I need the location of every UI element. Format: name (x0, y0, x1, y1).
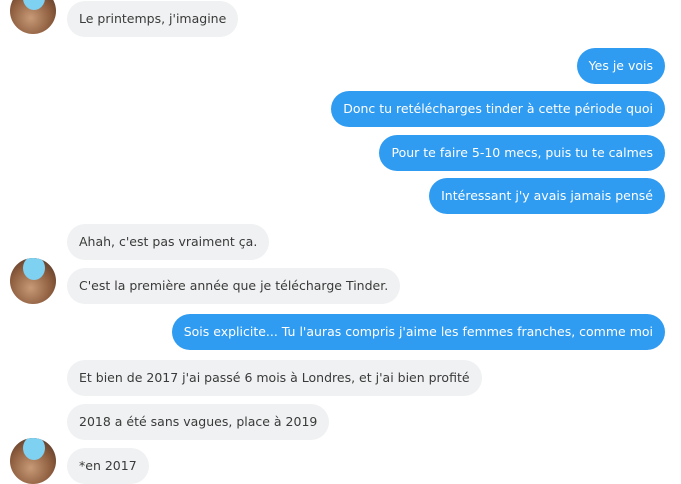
avatar-blur-overlay (23, 438, 45, 460)
outgoing-message: Donc tu retélécharges tinder à cette pér… (331, 91, 665, 127)
incoming-message: Et bien de 2017 j'ai passé 6 mois à Lond… (67, 360, 482, 396)
incoming-message: C'est la première année que je télécharg… (67, 268, 401, 304)
avatar-blur-overlay (23, 0, 45, 10)
incoming-message: 2018 a été sans vagues, place à 2019 (67, 404, 330, 440)
avatar-blur-overlay (23, 258, 45, 280)
incoming-message: Ahah, c'est pas vraiment ça. (67, 224, 270, 260)
outgoing-message: Sois explicite... Tu l'auras compris j'a… (171, 314, 665, 350)
match-avatar[interactable] (10, 258, 56, 304)
match-avatar[interactable] (10, 0, 56, 34)
chat-thread: Le printemps, j'imagine Yes je vois Donc… (0, 0, 681, 484)
outgoing-message: Yes je vois (576, 48, 665, 84)
incoming-message: Le printemps, j'imagine (67, 1, 239, 37)
outgoing-message: Pour te faire 5-10 mecs, puis tu te calm… (379, 135, 665, 171)
match-avatar[interactable] (10, 438, 56, 484)
incoming-message: *en 2017 (67, 448, 149, 484)
outgoing-message: Intéressant j'y avais jamais pensé (429, 178, 665, 214)
